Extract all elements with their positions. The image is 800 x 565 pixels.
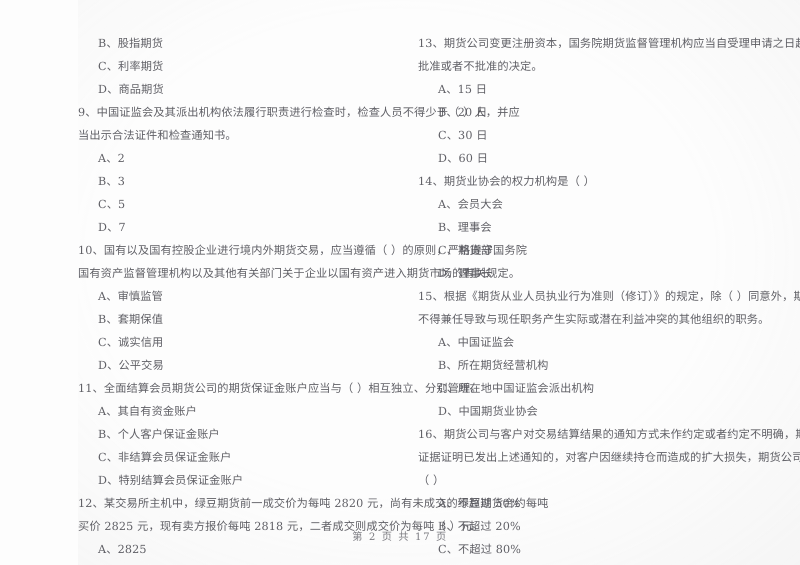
- answer-option-line: D、理事长: [438, 267, 493, 280]
- question-line: 10、国有以及国有控股企业进行境内外期货交易，应当遵循（ ）的原则，严格遵守国务…: [78, 244, 528, 257]
- question-line: 12、某交易所主机中，绿豆期货前一成交价为每吨 2820 元，尚有未成交的绿豆期…: [78, 497, 549, 510]
- answer-option-line: A、会员大会: [438, 198, 503, 211]
- answer-option-line: B、个人客户保证金账户: [98, 428, 220, 441]
- answer-option-line: B、理事会: [438, 221, 492, 234]
- left-text-column: B、股指期货 C、利率期货 D、商品期货 9、中国证监会及其派出机构依法履行职责进行检…: [78, 32, 549, 565]
- answer-option-line: D、商品期货: [98, 83, 164, 96]
- answer-option-line: D、不超过 60%: [418, 561, 758, 565]
- question-line: 16、期货公司与客户对交易结算结果的通知方式未作约定或者约定不明确，期货公司未能…: [418, 428, 800, 441]
- answer-option-line: B、3: [98, 175, 125, 188]
- question-continuation-line: 国有资产监督管理机构以及其他有关部门关于企业以国有资产进入期货市场的有关规定。: [78, 267, 521, 280]
- answer-option-line: D、中国期货业协会: [438, 405, 538, 418]
- question-line: 15、根据《期货从业人员执业行为准则（修订）》的规定，除（ ）同意外，期货从业人…: [418, 290, 800, 303]
- question-continuation-line: 证据证明已发出上述通知的，对客户因继续持仓而造成的扩大损失，期货公司应承担的赔偿…: [418, 451, 800, 464]
- answer-option-line: C、期货部: [438, 244, 493, 257]
- answer-option-line: C、30 日: [438, 129, 488, 142]
- answer-option-line: A、中国证监会: [438, 336, 515, 349]
- answer-option-line: C、非结算会员保证金账户: [98, 451, 232, 464]
- answer-option-line: C、所在地中国证监会派出机构: [438, 382, 595, 395]
- answer-option-line: D、60 日: [438, 152, 489, 165]
- answer-option-line: D、公平交易: [98, 359, 164, 372]
- scanned-page: B、股指期货 C、利率期货 D、商品期货 9、中国证监会及其派出机构依法履行职责进行检…: [0, 0, 800, 565]
- answer-option-line: B、股指期货: [98, 37, 164, 50]
- page-body: B、股指期货 C、利率期货 D、商品期货 9、中国证监会及其派出机构依法履行职责进行检…: [0, 0, 800, 556]
- question-line: 14、期货业协会的权力机构是（ ）: [418, 175, 595, 188]
- question-continuation-line: （ ）: [418, 474, 445, 487]
- answer-option-line: B、所在期货经营机构: [438, 359, 549, 372]
- left-margin-mask: [0, 0, 78, 565]
- question-continuation-line: 当出示合法证件和检查通知书。: [78, 129, 237, 142]
- answer-option-line: A、15 日: [438, 83, 488, 96]
- answer-option-line: B、20 日: [438, 106, 488, 119]
- answer-option-line: D、7: [98, 221, 126, 234]
- question-continuation-line: 批准或者不批准的决定。: [418, 60, 543, 73]
- answer-option-line: B、2821: [78, 561, 418, 565]
- question-line: 9、中国证监会及其派出机构依法履行职责进行检查时，检查人员不得少于（ ）人，并应: [78, 106, 520, 119]
- question-line: 13、期货公司变更注册资本，国务院期货监督管理机构应当自受理申请之日起（ ）内做…: [418, 37, 800, 50]
- answer-option-line: B、套期保值: [98, 313, 164, 326]
- answer-option-line: C、诚实信用: [98, 336, 164, 349]
- answer-option-line: D、特别结算会员保证金账户: [98, 474, 244, 487]
- answer-option-line: C、5: [98, 198, 126, 211]
- question-line: 11、全面结算会员期货公司的期货保证金账户应当与（ ）相互独立、分别管理。: [78, 382, 482, 395]
- right-text-column: 13、期货公司变更注册资本，国务院期货监督管理机构应当自受理申请之日起（ ）内做…: [418, 32, 800, 565]
- answer-option-line: C、利率期货: [98, 60, 164, 73]
- answer-option-line: A、不超过 50%: [438, 497, 521, 510]
- answer-option-line: A、2: [98, 152, 125, 165]
- answer-option-line: A、审慎监管: [98, 290, 163, 303]
- answer-option-line: A、其自有资金账户: [98, 405, 197, 418]
- question-continuation-line: 不得兼任导致与现任职务产生实际或潜在利益冲突的其他组织的职务。: [418, 313, 770, 326]
- page-footer: 第 2 页 共 17 页: [352, 532, 448, 543]
